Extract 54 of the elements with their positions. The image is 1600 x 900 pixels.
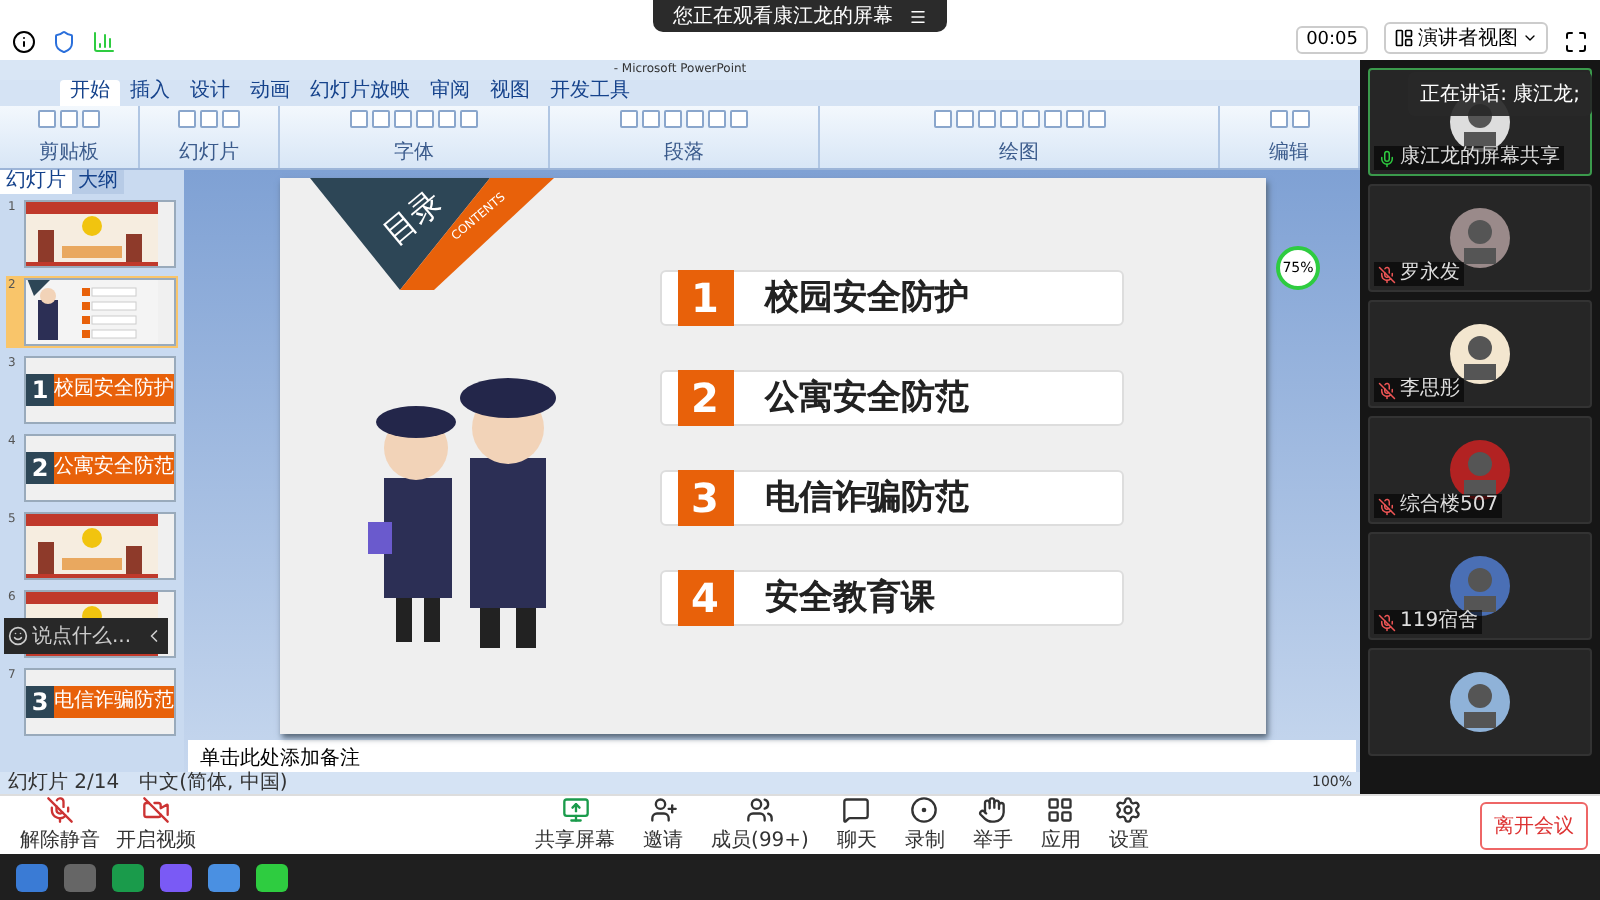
group-label: 绘图 bbox=[999, 144, 1039, 164]
toolbar-button[interactable]: 录制 bbox=[896, 796, 953, 854]
chat-input[interactable]: 说点什么... bbox=[4, 618, 168, 654]
group-label: 段落 bbox=[664, 144, 704, 164]
leave-button[interactable]: 离开会议 bbox=[1480, 801, 1588, 849]
toolbar-button[interactable]: 解除静音 bbox=[12, 796, 108, 854]
group-label: 字体 bbox=[394, 144, 434, 164]
ribbon-tab[interactable]: 设计 bbox=[180, 80, 240, 106]
ribbon-tab[interactable]: 幻灯片放映 bbox=[300, 80, 420, 106]
toolbar-button[interactable]: 邀请 bbox=[635, 796, 692, 854]
group-label: 剪贴板 bbox=[39, 144, 99, 164]
slide-title: 校园安全防护 bbox=[54, 374, 174, 406]
slide-number: 2 bbox=[26, 452, 54, 484]
timer: 00:05 bbox=[1296, 26, 1368, 54]
toolbar-button[interactable]: 举手 bbox=[964, 796, 1021, 854]
slide-title: 公寓安全防范 bbox=[54, 452, 174, 484]
pane-tab[interactable]: 大纲 bbox=[72, 170, 124, 194]
slide-number: 3 bbox=[26, 686, 54, 718]
status-text: 中文(简体, 中国) bbox=[139, 772, 288, 794]
ribbon-tab[interactable]: 动画 bbox=[240, 80, 300, 106]
toolbar-button[interactable]: 聊天 bbox=[828, 796, 885, 854]
notice-text: 您正在观看康江龙的屏幕 bbox=[673, 3, 893, 30]
name-text: 综合楼507 bbox=[1400, 494, 1499, 518]
slide-number: 1 bbox=[26, 374, 54, 406]
item-label: 校园安全防护 bbox=[765, 276, 969, 320]
ribbon-tab[interactable]: 插入 bbox=[120, 80, 180, 106]
name-text: 罗永发 bbox=[1400, 262, 1460, 286]
ribbon-tab[interactable]: 视图 bbox=[480, 80, 540, 106]
item-label: 公寓安全防范 bbox=[765, 376, 969, 420]
toolbar-button[interactable]: 应用 bbox=[1032, 796, 1089, 854]
ribbon-tab[interactable]: 开始 bbox=[60, 80, 120, 106]
group-label: 编辑 bbox=[1269, 144, 1309, 164]
toolbar-button[interactable]: 设置 bbox=[1100, 796, 1157, 854]
toolbar-button[interactable]: 共享屏幕 bbox=[527, 796, 624, 854]
notes-field[interactable]: 单击此处添加备注 bbox=[188, 740, 1356, 772]
toolbar-button[interactable]: 成员(99+) bbox=[703, 796, 817, 854]
item-number: 4 bbox=[677, 569, 733, 625]
status-text: 幻灯片 2/14 bbox=[8, 772, 120, 794]
slide-title: 电信诈骗防范 bbox=[54, 686, 174, 718]
item-number: 2 bbox=[677, 369, 733, 425]
item-label: 电信诈骗防范 bbox=[765, 476, 969, 520]
group-label: 幻灯片 bbox=[179, 144, 239, 164]
item-label: 安全教育课 bbox=[765, 576, 935, 620]
name-text: 康江龙的屏幕共享 bbox=[1400, 146, 1560, 170]
name-text: 李思彤 bbox=[1400, 378, 1460, 402]
pane-tab[interactable]: 幻灯片 bbox=[0, 170, 72, 194]
ribbon-tab[interactable]: 审阅 bbox=[420, 80, 480, 106]
view-button[interactable]: 演讲者视图 bbox=[1384, 22, 1548, 54]
item-number: 1 bbox=[677, 269, 733, 325]
slide-heading: 目录 bbox=[375, 181, 451, 255]
name-text: 119宿舍 bbox=[1400, 610, 1479, 634]
toolbar-button[interactable]: 开启视频 bbox=[108, 796, 204, 854]
ribbon-tab[interactable]: 开发工具 bbox=[540, 80, 640, 106]
item-number: 3 bbox=[677, 469, 733, 525]
